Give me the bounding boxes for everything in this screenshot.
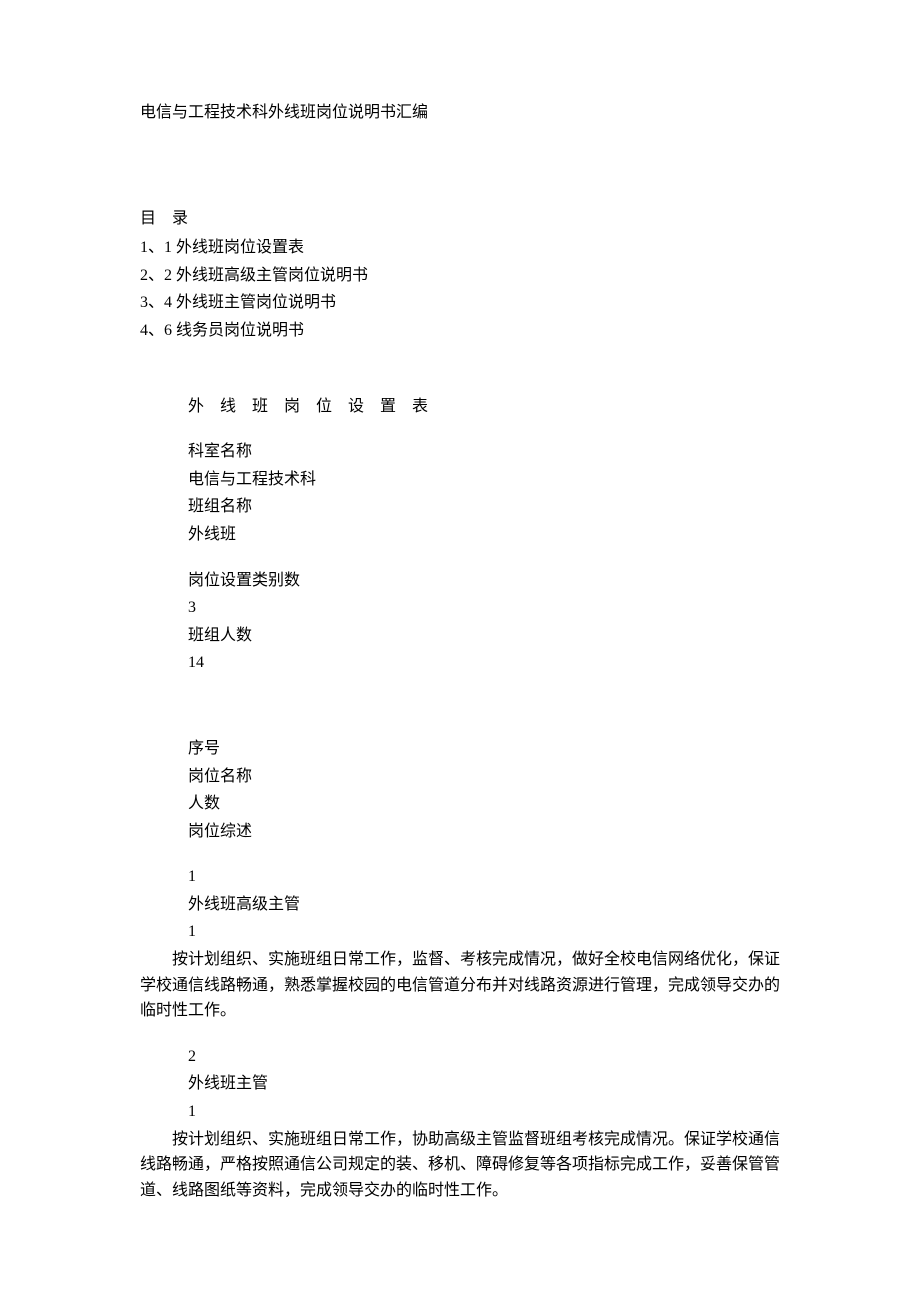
toc-item: 2、2 外线班高级主管岗位说明书	[140, 263, 780, 289]
position-summary: 按计划组织、实施班组日常工作，协助高级主管监督班组考核完成情况。保证学校通信线路…	[140, 1127, 780, 1204]
toc-item: 3、4 外线班主管岗位说明书	[140, 290, 780, 316]
position-seq: 2	[188, 1044, 780, 1070]
document-title: 电信与工程技术科外线班岗位说明书汇编	[140, 100, 780, 126]
col-name: 岗位名称	[188, 764, 780, 790]
col-seq: 序号	[188, 736, 780, 762]
col-num: 人数	[188, 791, 780, 817]
toc: 目 录 1、1 外线班岗位设置表 2、2 外线班高级主管岗位说明书 3、4 外线…	[140, 206, 780, 344]
category-label: 岗位设置类别数	[188, 568, 780, 594]
toc-item: 4、6 线务员岗位说明书	[140, 318, 780, 344]
team-value: 外线班	[188, 522, 780, 548]
position-entry: 2 外线班主管 1 按计划组织、实施班组日常工作，协助高级主管监督班组考核完成情…	[140, 1044, 780, 1204]
position-name: 外线班高级主管	[188, 892, 780, 918]
team-label: 班组名称	[188, 494, 780, 520]
dept-label: 科室名称	[188, 439, 780, 465]
count-label: 班组人数	[188, 623, 780, 649]
toc-item: 1、1 外线班岗位设置表	[140, 235, 780, 261]
toc-header: 目 录	[140, 206, 780, 232]
category-value: 3	[188, 595, 780, 621]
position-summary: 按计划组织、实施班组日常工作，监督、考核完成情况，做好全校电信网络优化，保证学校…	[140, 947, 780, 1024]
position-entry: 1 外线班高级主管 1 按计划组织、实施班组日常工作，监督、考核完成情况，做好全…	[140, 864, 780, 1024]
position-name: 外线班主管	[188, 1071, 780, 1097]
position-seq: 1	[188, 864, 780, 890]
position-num: 1	[188, 1099, 780, 1125]
dept-value: 电信与工程技术科	[188, 467, 780, 493]
position-num: 1	[188, 919, 780, 945]
section-title: 外 线 班 岗 位 设 置 表	[140, 394, 780, 420]
count-value: 14	[188, 650, 780, 676]
col-summary: 岗位综述	[188, 819, 780, 845]
